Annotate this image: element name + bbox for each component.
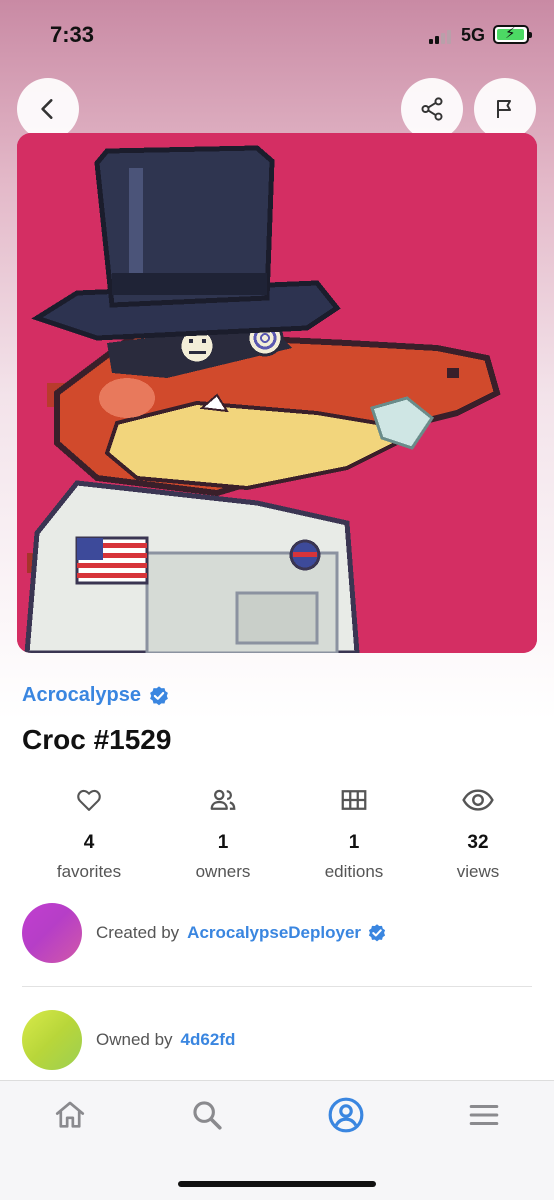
network-label: 5G (461, 25, 486, 45)
report-button[interactable] (474, 78, 536, 140)
share-button[interactable] (401, 78, 463, 140)
creator-row[interactable]: Created by AcrocalypseDeployer (22, 903, 387, 963)
stat-editions[interactable]: 1 editions (299, 782, 409, 882)
flag-icon (497, 100, 511, 118)
tab-profile[interactable] (324, 1093, 368, 1137)
signal-icon (429, 30, 455, 44)
stat-owners[interactable]: 1 owners (168, 782, 278, 882)
stat-favorites-value: 4 (83, 832, 95, 853)
owner-prefix: Owned by (96, 1030, 173, 1049)
search-icon (193, 1101, 222, 1130)
home-indicator[interactable] (178, 1181, 376, 1187)
divider (22, 986, 532, 987)
stat-views-label: views (456, 862, 500, 881)
creator-prefix: Created by (96, 923, 180, 942)
chevron-left-icon (41, 99, 53, 119)
stat-editions-label: editions (324, 862, 384, 881)
collection-name: Acrocalypse (22, 684, 141, 706)
collection-link[interactable]: Acrocalypse (22, 684, 170, 707)
stat-owners-label: owners (195, 862, 251, 881)
tab-menu[interactable] (462, 1093, 506, 1137)
creator-avatar[interactable] (22, 903, 82, 963)
verified-badge-icon (150, 685, 168, 705)
nft-image[interactable] (17, 133, 537, 653)
tab-search[interactable] (185, 1093, 229, 1137)
heart-icon (77, 789, 101, 811)
stat-favorites-label: favorites (56, 862, 122, 881)
menu-icon (469, 1104, 499, 1126)
users-icon (210, 789, 236, 810)
stat-views-value: 32 (467, 832, 489, 853)
profile-icon (328, 1097, 364, 1133)
owner-avatar[interactable] (22, 1010, 82, 1070)
home-icon (55, 1101, 85, 1128)
tab-home[interactable] (48, 1093, 92, 1137)
status-time: 7:33 (50, 22, 95, 47)
owner-name-link[interactable]: 4d62fd (181, 1030, 236, 1050)
pixel-art-crocodile-astronaut (17, 133, 537, 653)
token-title: Croc #1529 (22, 724, 172, 755)
stat-views[interactable]: 32 views (423, 782, 533, 882)
verified-badge-icon (368, 924, 386, 942)
creator-name-link[interactable]: AcrocalypseDeployer (187, 923, 361, 943)
back-button[interactable] (17, 78, 79, 140)
share-icon (421, 97, 443, 121)
status-bar: 7:33 5G ⚡ (0, 0, 554, 70)
stat-editions-value: 1 (348, 832, 360, 853)
battery-charging-icon: ⚡ (493, 25, 532, 44)
stat-favorites[interactable]: 4 favorites (34, 782, 144, 882)
owner-row[interactable]: Owned by 4d62fd (22, 1010, 235, 1070)
stats-row: 4 favorites 1 owners 1 editions 32 views (0, 782, 554, 882)
grid-icon (341, 790, 367, 810)
eye-icon (462, 789, 494, 811)
stat-owners-value: 1 (217, 832, 229, 853)
